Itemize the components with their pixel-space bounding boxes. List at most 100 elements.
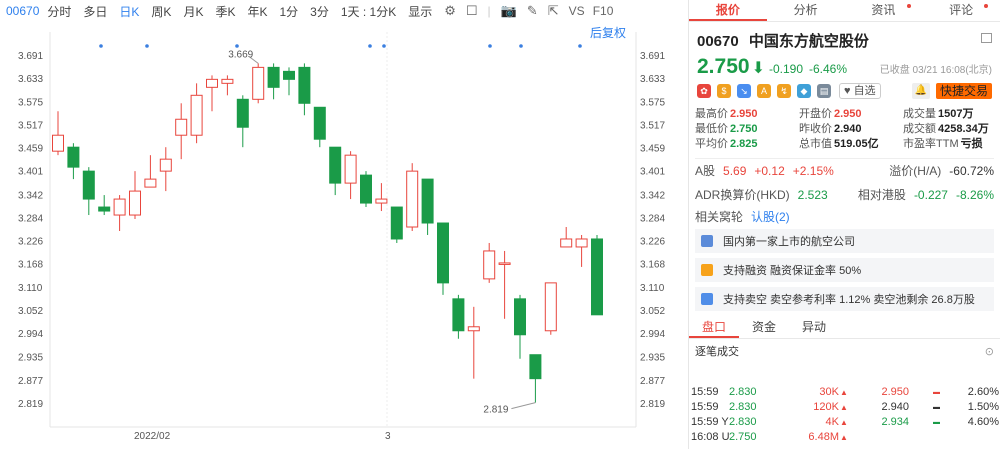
orderbook-tab[interactable]: 资金 (739, 317, 789, 338)
trade-row: 15:59 2.830 30K ▲ 2.950 ▬ 2.60% (689, 385, 1000, 400)
period-option[interactable]: 1天 : 1分K (341, 3, 396, 20)
period-option[interactable]: 月K (183, 3, 203, 20)
stock-code: 00670 (697, 33, 739, 50)
hk-connect-icon[interactable]: ✿ (697, 84, 711, 98)
calculator-icon[interactable] (981, 33, 992, 43)
option-icon[interactable]: A (757, 84, 771, 98)
a-share-row[interactable]: A股 5.69 +0.12 +2.15% 溢价(H/A) -60.72% (689, 159, 1000, 183)
candle-body (329, 146, 342, 184)
event-marker-icon (488, 44, 492, 48)
panel-tab[interactable]: 报价 (689, 0, 767, 21)
f10-button[interactable]: F10 (593, 4, 614, 18)
price-change-pct: -6.46% (809, 62, 848, 76)
y-tick-left: 3.168 (18, 260, 43, 271)
y-tick-right: 3.168 (640, 260, 665, 271)
candle-body (390, 206, 403, 240)
period-option[interactable]: 年K (247, 3, 267, 20)
trade-direction-icon: ▲ (840, 418, 848, 427)
quote-stat-label: 市盈率TTM (903, 138, 959, 150)
alert-bell-icon[interactable]: 🔔 (911, 83, 930, 99)
price-row: 2.750 ⬇ -0.190 -6.46% 已收盘 03/21 16:08(北京… (697, 55, 992, 79)
quote-stat-value: 2.825 (730, 138, 758, 150)
settings-icon[interactable]: ⚙ (444, 3, 456, 19)
toolbar-stock-code[interactable]: 00670 (6, 4, 39, 18)
trade-direction-icon: ▲ (840, 388, 848, 397)
related-warrants-row: 相关窝轮 认股(2) (689, 207, 1000, 227)
candle-body (483, 250, 496, 280)
quote-stat: 最低价 2.750 (695, 122, 799, 137)
price-change: -0.190 (768, 62, 803, 76)
y-tick-left: 2.994 (18, 329, 43, 340)
candle-body (190, 94, 203, 136)
broker-price: 2.940 (881, 401, 909, 413)
trade-row: 16:08 U 2.750 6.48M ▲ (689, 430, 1000, 445)
more-icon[interactable]: ⊙ (985, 345, 994, 358)
premium-value: -60.72% (949, 164, 994, 178)
margin-icon[interactable]: $ (717, 84, 731, 98)
warrant-icon[interactable]: ↯ (777, 84, 791, 98)
kline-chart[interactable]: 3.691 3.691 3.633 3.633 3.575 3.575 3.517 3.517… (0, 22, 686, 449)
trade-direction-icon: ▲ (840, 403, 848, 412)
compare-button[interactable]: VS (569, 4, 585, 18)
period-option[interactable]: 3分 (310, 3, 329, 20)
orderbook-tab[interactable]: 盘口 (689, 317, 739, 338)
panel-tab[interactable]: 资讯 (845, 0, 923, 21)
period-option[interactable]: 周K (151, 3, 171, 20)
add-watchlist-button[interactable]: ♥ 自选 (839, 83, 881, 99)
quote-stat-label: 最低价 (695, 123, 728, 135)
period-option[interactable]: 分时 (47, 3, 71, 20)
y-tick-right: 3.284 (640, 213, 665, 224)
kline-chart-svg[interactable]: 3.691 3.691 3.633 3.633 3.575 3.575 3.517 3.517… (0, 22, 686, 449)
tag-icon[interactable]: ◆ (797, 84, 811, 98)
y-tick-right: 2.819 (640, 399, 665, 410)
checkbox-icon[interactable]: ☐ (466, 3, 478, 19)
candle-body (144, 178, 157, 188)
down-arrow-icon: ⬇ (751, 60, 765, 77)
broker-bar-icon: ▬ (933, 404, 940, 411)
period-option[interactable]: 日K (119, 3, 139, 20)
y-tick-right: 3.110 (640, 283, 665, 294)
y-tick-left: 2.877 (18, 376, 43, 387)
warrants-link[interactable]: 认股(2) (751, 207, 790, 227)
quote-stat: 最高价 2.950 (695, 107, 799, 122)
panel-tab[interactable]: 评论 (922, 0, 1000, 21)
quote-stat-value: 1507万 (938, 108, 974, 120)
panel-tab[interactable]: 分析 (767, 0, 845, 21)
y-tick-right: 3.691 (640, 51, 665, 62)
camera-icon[interactable]: 📷 (501, 3, 517, 19)
premium-label: 溢价(H/A) (889, 164, 942, 178)
candle-body (313, 106, 326, 140)
candle-body (298, 66, 311, 104)
y-tick-left: 3.633 (18, 74, 43, 85)
candle-body (175, 118, 188, 136)
period-option[interactable]: 显示 (408, 3, 432, 20)
a-share-price: 5.69 (723, 164, 747, 178)
adjust-mode-button[interactable]: 后复权 (590, 24, 626, 41)
event-marker-icon (368, 44, 372, 48)
concept-item[interactable]: 支持融资 融资保证金率 50% (695, 258, 994, 282)
concept-item[interactable]: 支持卖空 卖空参考利率 1.12% 卖空池剩余 26.8万股 (695, 287, 994, 311)
broker-pct: 2.60% (967, 386, 999, 398)
y-tick-left: 3.284 (18, 213, 43, 224)
period-option[interactable]: 多日 (83, 3, 107, 20)
broker-pct (951, 430, 999, 445)
orderbook-tab[interactable]: 异动 (789, 317, 839, 338)
y-tick-left: 3.459 (18, 144, 43, 155)
quote-stat: 成交额 4258.34万 (903, 122, 1000, 137)
trade-price: 2.830 (729, 401, 757, 413)
period-option[interactable]: 1分 (279, 3, 298, 20)
concept-icon (701, 264, 713, 276)
candle-body (206, 78, 218, 88)
info-icon[interactable]: ▤ (817, 84, 831, 98)
quick-trade-button[interactable]: 快捷交易 (935, 83, 992, 99)
concept-item[interactable]: 国内第一家上市的航空公司 (695, 229, 994, 253)
event-marker-icon (578, 44, 582, 48)
short-sell-icon[interactable]: ↘ (737, 84, 751, 98)
related-warrants-label: 相关窝轮 (695, 210, 744, 224)
trade-price: 2.830 (729, 386, 757, 398)
edit-icon[interactable]: ✎ (527, 3, 538, 19)
y-tick-left: 2.819 (18, 399, 43, 410)
period-option[interactable]: 季K (215, 3, 235, 20)
share-icon[interactable]: ⇱ (548, 3, 559, 19)
candle-body (437, 222, 449, 284)
